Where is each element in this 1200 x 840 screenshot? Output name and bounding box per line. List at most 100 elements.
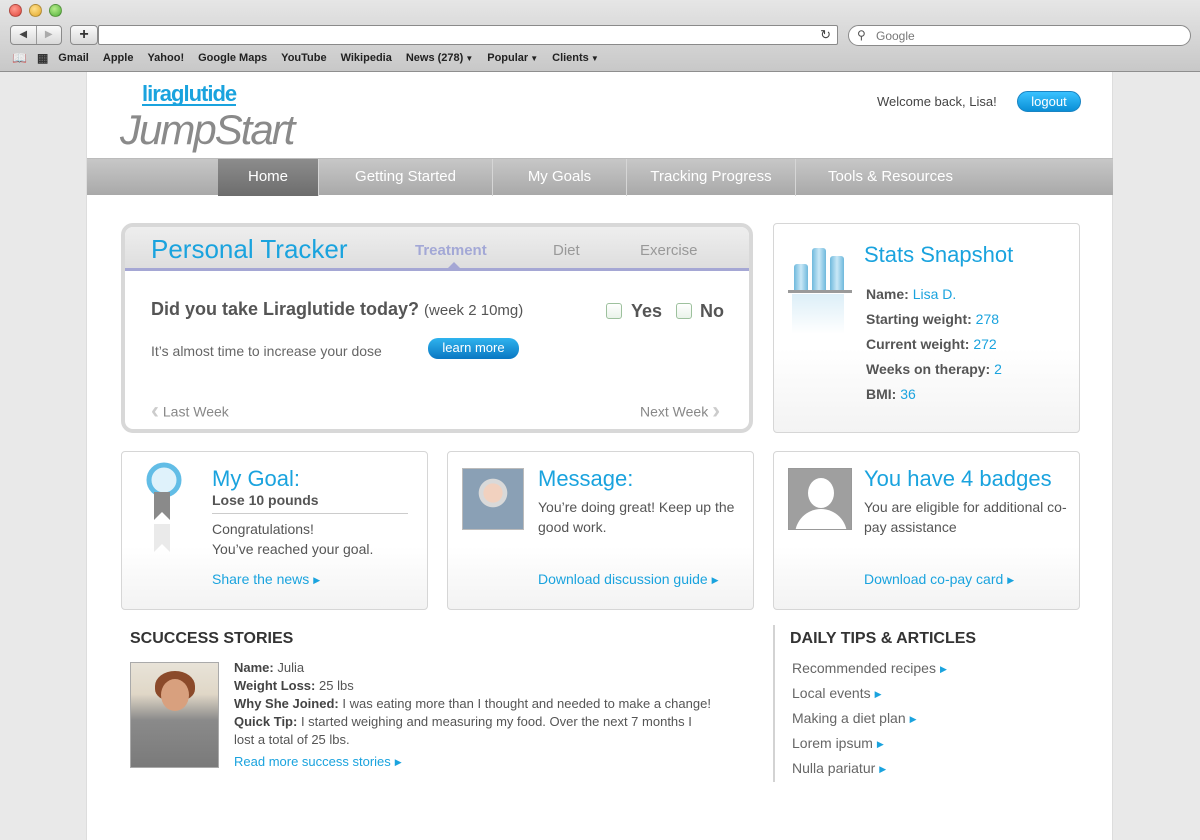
tip-label: Local events — [792, 685, 871, 701]
tab-exercise[interactable]: Exercise — [640, 242, 698, 259]
julia-photo — [130, 662, 219, 768]
arrow-right-icon: ▶ — [939, 664, 947, 674]
user-avatar-icon — [788, 468, 852, 530]
bar-chart-reflection — [792, 294, 844, 334]
last-week-link[interactable]: ‹ Last Week — [151, 397, 229, 427]
tab-treatment[interactable]: Treatment — [415, 242, 487, 259]
goal-line-2: You’ve reached your goal. — [212, 541, 374, 557]
goal-line-1: Congratulations! — [212, 521, 314, 537]
story-name-value: Julia — [277, 660, 305, 675]
question-text: Did you take Liraglutide today? — [151, 299, 420, 319]
bookmark-clients-label: Clients — [552, 52, 589, 64]
close-window-button[interactable] — [9, 4, 22, 17]
forward-button[interactable]: ▶ — [35, 26, 62, 44]
stat-bmi: BMI: 36 — [866, 386, 916, 402]
section-divider — [773, 625, 775, 782]
minimize-window-button[interactable] — [29, 4, 42, 17]
learn-more-button[interactable]: learn more — [428, 338, 519, 359]
tip-label: Making a diet plan — [792, 710, 906, 726]
read-more-label: Read more success stories — [234, 754, 391, 769]
bookmark-youtube[interactable]: YouTube — [281, 52, 326, 64]
active-tab-indicator — [447, 262, 461, 269]
tip-link-events[interactable]: Local events ▶ — [792, 685, 882, 701]
nav-tools-resources[interactable]: Tools & Resources — [796, 159, 985, 196]
no-label: No — [700, 301, 724, 321]
stat-value: 36 — [900, 386, 916, 402]
bookmark-google-maps[interactable]: Google Maps — [198, 52, 267, 64]
bookmark-news[interactable]: News (278) ▼ — [406, 52, 473, 64]
story-name: Name: Julia — [234, 659, 304, 677]
bookmark-popular[interactable]: Popular ▼ — [487, 52, 538, 64]
back-button[interactable]: ◀ — [11, 26, 36, 44]
logo-title[interactable]: JumpStart — [120, 106, 295, 154]
bookmark-wikipedia[interactable]: Wikipedia — [341, 52, 392, 64]
bar-chart-base — [788, 290, 852, 293]
arrow-right-icon: ▶ — [1007, 575, 1015, 585]
logo-brand[interactable]: liraglutide — [142, 83, 237, 106]
stat-label: Current weight: — [866, 336, 970, 352]
address-bar[interactable]: ↻ — [98, 25, 838, 45]
tip-label: Lorem ipsum — [792, 735, 873, 751]
last-week-label: Last Week — [162, 403, 229, 420]
chevron-down-icon: ▼ — [465, 54, 474, 63]
download-copay-link[interactable]: Download co-pay card ▶ — [864, 571, 1014, 587]
badges-card: You have 4 badges You are eligible for a… — [773, 451, 1080, 610]
zoom-window-button[interactable] — [49, 4, 62, 17]
success-stories-title: SCUCCESS STORIES — [130, 630, 294, 647]
tab-diet[interactable]: Diet — [553, 242, 580, 259]
badges-text: You are eligible for additional co-pay a… — [864, 499, 1067, 535]
chevron-left-icon: ‹ — [151, 397, 159, 424]
story-weight-loss: Weight Loss: 25 lbs — [234, 677, 354, 695]
arrow-right-icon: ▶ — [879, 764, 887, 774]
logout-button[interactable]: logout — [1017, 91, 1081, 112]
search-field[interactable]: ⚲ Google — [848, 25, 1191, 46]
nav-getting-started[interactable]: Getting Started — [319, 159, 493, 196]
no-checkbox[interactable] — [676, 303, 692, 319]
welcome-text: Welcome back, Lisa! — [877, 94, 997, 109]
story-tip-value: I started weighing and measuring my food… — [300, 714, 692, 729]
download-copay-label: Download co-pay card — [864, 571, 1004, 587]
arrow-right-icon: ▶ — [394, 757, 402, 767]
top-sites-grid-icon[interactable]: ▦ — [37, 51, 48, 65]
bookmark-news-label: News (278) — [405, 52, 464, 64]
tip-link-nulla[interactable]: Nulla pariatur ▶ — [792, 760, 886, 776]
nav-home[interactable]: Home — [218, 159, 319, 196]
tip-link-diet-plan[interactable]: Making a diet plan ▶ — [792, 710, 917, 726]
stat-value: 272 — [973, 336, 997, 352]
history-buttons: ◀ ▶ — [10, 25, 62, 45]
arrow-right-icon: ▶ — [909, 714, 917, 724]
stat-label: BMI: — [866, 386, 897, 402]
tip-link-recipes[interactable]: Recommended recipes ▶ — [792, 660, 947, 676]
window-controls — [9, 4, 62, 17]
reading-list-icon[interactable]: 📖 — [12, 51, 27, 65]
next-week-link[interactable]: Next Week › — [640, 397, 721, 427]
badges-title: You have 4 badges — [864, 466, 1052, 491]
yes-checkbox[interactable] — [606, 303, 622, 319]
share-news-link[interactable]: Share the news ▶ — [212, 571, 320, 587]
stat-value: 2 — [994, 361, 1002, 377]
stat-starting-weight: Starting weight: 278 — [866, 311, 999, 327]
next-week-label: Next Week — [640, 403, 709, 420]
download-guide-link[interactable]: Download discussion guide ▶ — [538, 571, 719, 587]
award-ribbon-icon — [146, 462, 182, 552]
stat-label: Name: — [866, 286, 909, 302]
reload-icon[interactable]: ↻ — [820, 27, 831, 43]
read-more-stories-link[interactable]: Read more success stories ▶ — [234, 754, 402, 769]
doctor-photo — [462, 468, 524, 530]
add-bookmark-button[interactable]: + — [70, 25, 98, 45]
bookmark-apple[interactable]: Apple — [103, 52, 134, 64]
bookmark-yahoo[interactable]: Yahoo! — [147, 52, 184, 64]
tip-label: Recommended recipes — [792, 660, 936, 676]
story-loss-value: 25 lbs — [319, 678, 354, 693]
chevron-right-icon: › — [712, 397, 721, 424]
daily-tips-title: DAILY TIPS & ARTICLES — [790, 630, 977, 647]
bar-chart-icon — [792, 242, 850, 290]
nav-tracking-progress[interactable]: Tracking Progress — [627, 159, 796, 196]
tip-label: Nulla pariatur — [792, 760, 876, 776]
stat-current-weight: Current weight: 272 — [866, 336, 997, 352]
tip-link-lorem[interactable]: Lorem ipsum ▶ — [792, 735, 884, 751]
bookmark-gmail[interactable]: Gmail — [58, 52, 89, 64]
bookmark-clients[interactable]: Clients ▼ — [552, 52, 599, 64]
my-goal-card: My Goal: Lose 10 pounds Congratulations!… — [121, 451, 428, 610]
nav-my-goals[interactable]: My Goals — [493, 159, 627, 196]
